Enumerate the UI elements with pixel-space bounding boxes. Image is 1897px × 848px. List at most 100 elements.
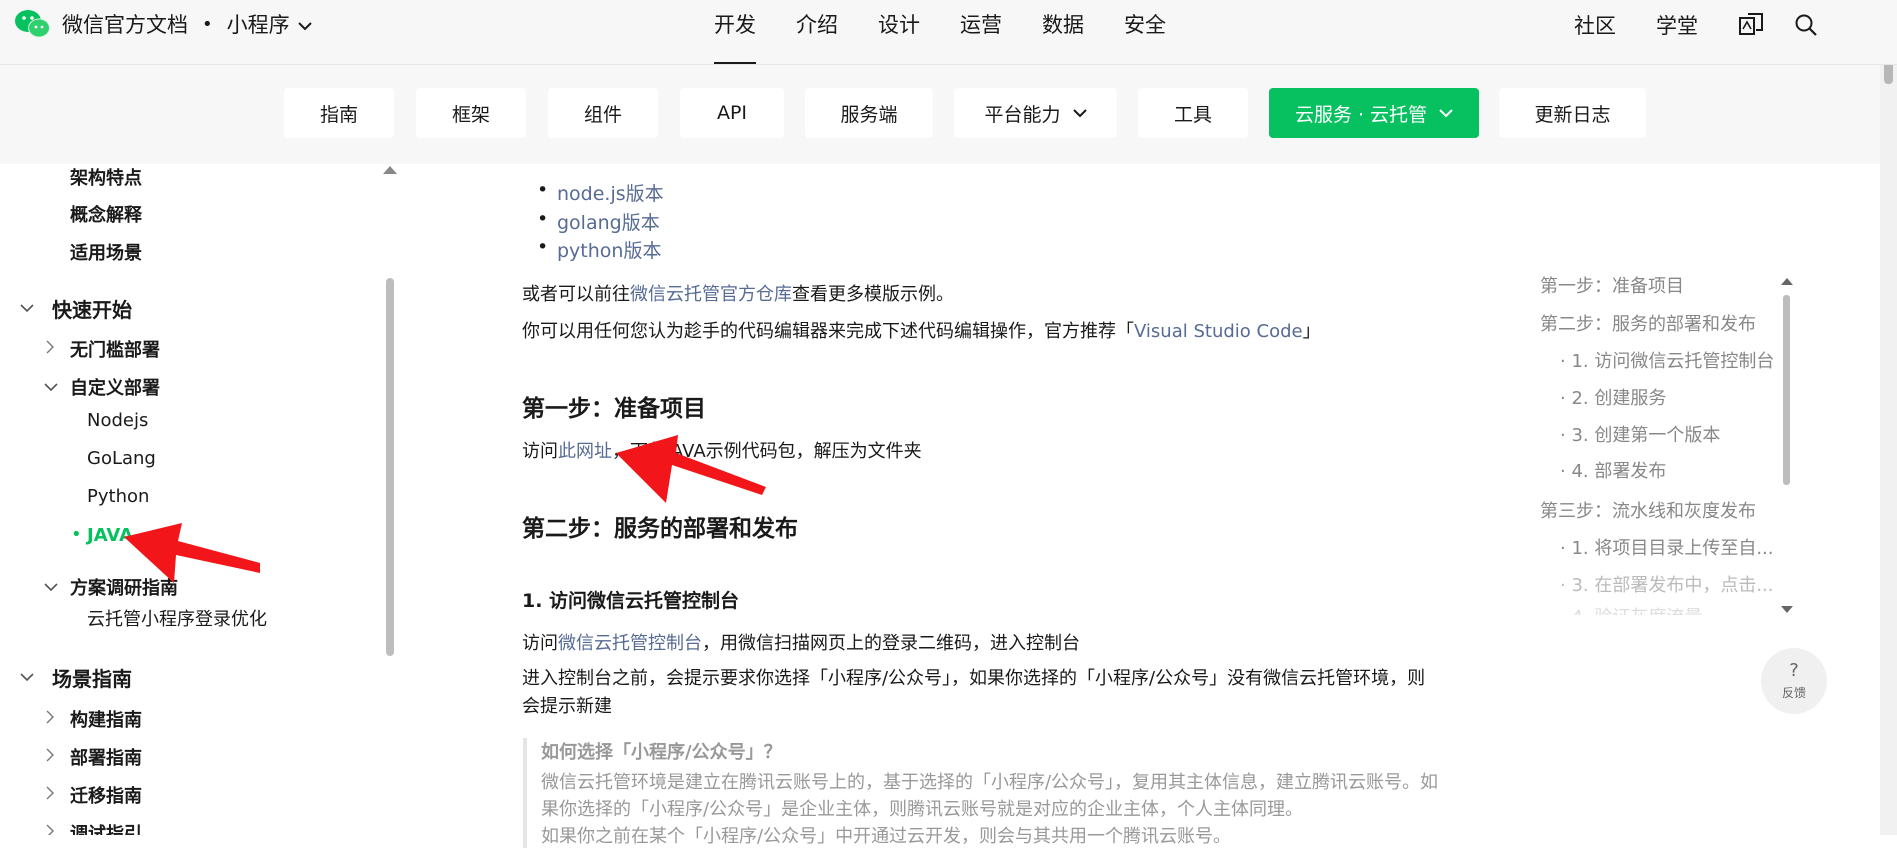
subnav-changelog[interactable]: 更新日志 bbox=[1499, 88, 1646, 138]
brand[interactable]: 微信官方文档 • 小程序 bbox=[14, 6, 312, 42]
link-node-version[interactable]: node.js版本 bbox=[537, 179, 664, 206]
sidebar-item-nodejs[interactable]: Nodejs bbox=[87, 410, 148, 431]
subnav-platform[interactable]: 平台能力 bbox=[954, 88, 1117, 138]
link-download-url[interactable]: 此网址 bbox=[558, 441, 612, 462]
top-right-tools: 社区 学堂 bbox=[1574, 10, 1848, 40]
paragraph-enter-line2: 会提示新建 bbox=[522, 696, 612, 717]
quote-line: 微信云托管环境是建立在腾讯云账号上的，基于选择的「小程序/公众号」，复用其主体信… bbox=[541, 772, 1439, 793]
top-nav-item-develop[interactable]: 开发 bbox=[714, 0, 756, 64]
toc-item[interactable]: 第二步：服务的部署和发布 bbox=[1540, 310, 1756, 336]
link-golang-version[interactable]: golang版本 bbox=[537, 208, 660, 235]
annotation-arrow-icon bbox=[124, 523, 260, 583]
subnav-server[interactable]: 服务端 bbox=[805, 88, 933, 138]
search-icon[interactable] bbox=[1794, 13, 1818, 37]
top-nav-item-security[interactable]: 安全 bbox=[1124, 0, 1166, 64]
sidebar-item-custom-deploy[interactable]: 自定义部署 bbox=[70, 374, 160, 400]
chevron-down-icon bbox=[297, 12, 312, 36]
text-prefix: 或者可以前往 bbox=[522, 284, 630, 305]
sidebar-item-scenario-guide[interactable]: 场景指南 bbox=[52, 663, 132, 692]
subnav-cloud-hosting[interactable]: 云服务 · 云托管 bbox=[1269, 88, 1479, 138]
link-python-version[interactable]: python版本 bbox=[537, 236, 662, 263]
sidebar-scrollbar[interactable] bbox=[386, 278, 394, 656]
caret-down-icon[interactable] bbox=[44, 381, 58, 395]
subnav-cloud-hosting-label: 云服务 · 云托管 bbox=[1294, 103, 1428, 126]
sidebar-item-concepts[interactable]: 概念解释 bbox=[70, 201, 142, 227]
caret-right-icon[interactable] bbox=[45, 710, 55, 727]
question-icon: ? bbox=[1789, 659, 1799, 681]
quote-line: 果你选择的「小程序/公众号」是企业主体，则腾讯云账号就是对应的企业主体，个人主体… bbox=[541, 799, 1304, 820]
active-dot-icon: • bbox=[71, 524, 82, 545]
top-nav-item-design[interactable]: 设计 bbox=[878, 0, 920, 64]
heading-visit-console: 1. 访问微信云托管控制台 bbox=[522, 590, 740, 612]
quote-title: 如何选择「小程序/公众号」？ bbox=[541, 742, 782, 763]
sidebar-item-architecture[interactable]: 架构特点 bbox=[70, 164, 142, 190]
top-nav-item-intro[interactable]: 介绍 bbox=[796, 0, 838, 64]
community-link[interactable]: 社区 bbox=[1574, 10, 1616, 40]
wechat-logo-icon bbox=[14, 8, 52, 40]
sidebar-scroll-up-icon[interactable] bbox=[383, 166, 397, 174]
sidebar-item-python[interactable]: Python bbox=[87, 486, 149, 507]
top-nav-item-data[interactable]: 数据 bbox=[1042, 0, 1084, 64]
link-console[interactable]: 微信云托管控制台 bbox=[558, 633, 702, 654]
text-prefix: 你可以用任何您认为趁手的代码编辑器来完成下述代码编辑操作，官方推荐「 bbox=[522, 321, 1134, 342]
toc-item[interactable]: · 3. 创建第一个版本 bbox=[1560, 421, 1720, 447]
caret-down-icon[interactable] bbox=[20, 302, 34, 316]
sidebar-item-quickstart[interactable]: 快速开始 bbox=[52, 294, 132, 323]
subnav-api[interactable]: API bbox=[680, 88, 784, 138]
paragraph-editor: 你可以用任何您认为趁手的代码编辑器来完成下述代码编辑操作，官方推荐「Visual… bbox=[522, 317, 1321, 343]
sidebar-item-scenarios[interactable]: 适用场景 bbox=[70, 239, 142, 265]
toc-item[interactable]: · 1. 将项目目录上传至自... bbox=[1560, 534, 1774, 560]
caret-right-icon[interactable] bbox=[45, 340, 55, 357]
product-switcher-label: 小程序 bbox=[226, 13, 290, 37]
sidebar-item-golang[interactable]: GoLang bbox=[87, 448, 156, 469]
sidebar-item-deploy-guide[interactable]: 部署指南 bbox=[70, 744, 142, 770]
toc-item[interactable]: 第三步：流水线和灰度发布 bbox=[1540, 497, 1756, 523]
toc-scrollbar[interactable] bbox=[1783, 295, 1790, 485]
text-suffix: 查看更多模版示例。 bbox=[792, 284, 954, 305]
academy-link[interactable]: 学堂 bbox=[1656, 10, 1698, 40]
toc-item[interactable]: · 4. 验证灰度流量 bbox=[1560, 603, 1702, 615]
text-suffix: 」 bbox=[1302, 321, 1321, 342]
brand-title[interactable]: 微信官方文档 bbox=[62, 9, 188, 39]
toc-item[interactable]: · 3. 在部署发布中，点击... bbox=[1560, 571, 1774, 597]
caret-right-icon[interactable] bbox=[45, 786, 55, 803]
sidebar-item-build-guide[interactable]: 构建指南 bbox=[70, 706, 142, 732]
caret-down-icon[interactable] bbox=[20, 671, 34, 685]
toc-scroll-down-icon[interactable] bbox=[1781, 606, 1793, 613]
subnav-platform-label: 平台能力 bbox=[984, 103, 1061, 126]
table-of-contents: 第一步：准备项目 第二步：服务的部署和发布 · 1. 访问微信云托管控制台 · … bbox=[1540, 270, 1780, 615]
sub-nav: 指南 框架 组件 API 服务端 平台能力 工具 云服务 · 云托管 更新日志 bbox=[0, 64, 1880, 164]
quote-line: 如果你之前在某个「小程序/公众号」中开通过云开发，则会与其共用一个腾讯云账号。 bbox=[541, 826, 1232, 847]
page-scrollbar[interactable] bbox=[1880, 0, 1897, 835]
link-official-repo[interactable]: 微信云托管官方仓库 bbox=[630, 284, 792, 305]
translate-icon[interactable] bbox=[1738, 12, 1764, 38]
sidebar-item-debug-guide[interactable]: 调试指引 bbox=[70, 820, 142, 835]
toc-item[interactable]: · 4. 部署发布 bbox=[1560, 457, 1666, 483]
caret-right-icon[interactable] bbox=[45, 824, 55, 835]
text-suffix: ，用微信扫描网页上的登录二维码，进入控制台 bbox=[702, 633, 1080, 654]
subnav-components[interactable]: 组件 bbox=[548, 88, 658, 138]
sidebar-item-migrate-guide[interactable]: 迁移指南 bbox=[70, 782, 142, 808]
toc-scroll-up-icon[interactable] bbox=[1781, 278, 1793, 285]
text-prefix: 访问 bbox=[522, 633, 558, 654]
top-nav-item-operate[interactable]: 运营 bbox=[960, 0, 1002, 64]
chevron-down-icon bbox=[1439, 108, 1453, 118]
subnav-guide[interactable]: 指南 bbox=[284, 88, 394, 138]
heading-step2: 第二步：服务的部署和发布 bbox=[522, 516, 798, 542]
feedback-label: 反馈 bbox=[1781, 685, 1806, 700]
sidebar-item-zero-deploy[interactable]: 无门槛部署 bbox=[70, 336, 160, 362]
subnav-tools[interactable]: 工具 bbox=[1138, 88, 1248, 138]
sidebar-item-login-optimize[interactable]: 云托管小程序登录优化 bbox=[87, 605, 267, 631]
chevron-down-icon bbox=[1072, 108, 1087, 118]
toc-item[interactable]: · 2. 创建服务 bbox=[1560, 384, 1666, 410]
caret-down-icon[interactable] bbox=[44, 581, 58, 595]
product-switcher[interactable]: 小程序 bbox=[227, 9, 312, 39]
toc-item[interactable]: 第一步：准备项目 bbox=[1540, 272, 1684, 298]
feedback-button[interactable]: ? 反馈 bbox=[1761, 648, 1827, 714]
paragraph-enter-line1: 进入控制台之前，会提示要求你选择「小程序/公众号」，如果你选择的「小程序/公众号… bbox=[522, 668, 1426, 689]
subnav-framework[interactable]: 框架 bbox=[416, 88, 526, 138]
top-nav: 开发 介绍 设计 运营 数据 安全 bbox=[714, 0, 1206, 64]
link-vscode[interactable]: Visual Studio Code bbox=[1134, 321, 1303, 342]
caret-right-icon[interactable] bbox=[45, 748, 55, 765]
toc-item[interactable]: · 1. 访问微信云托管控制台 bbox=[1560, 347, 1774, 373]
